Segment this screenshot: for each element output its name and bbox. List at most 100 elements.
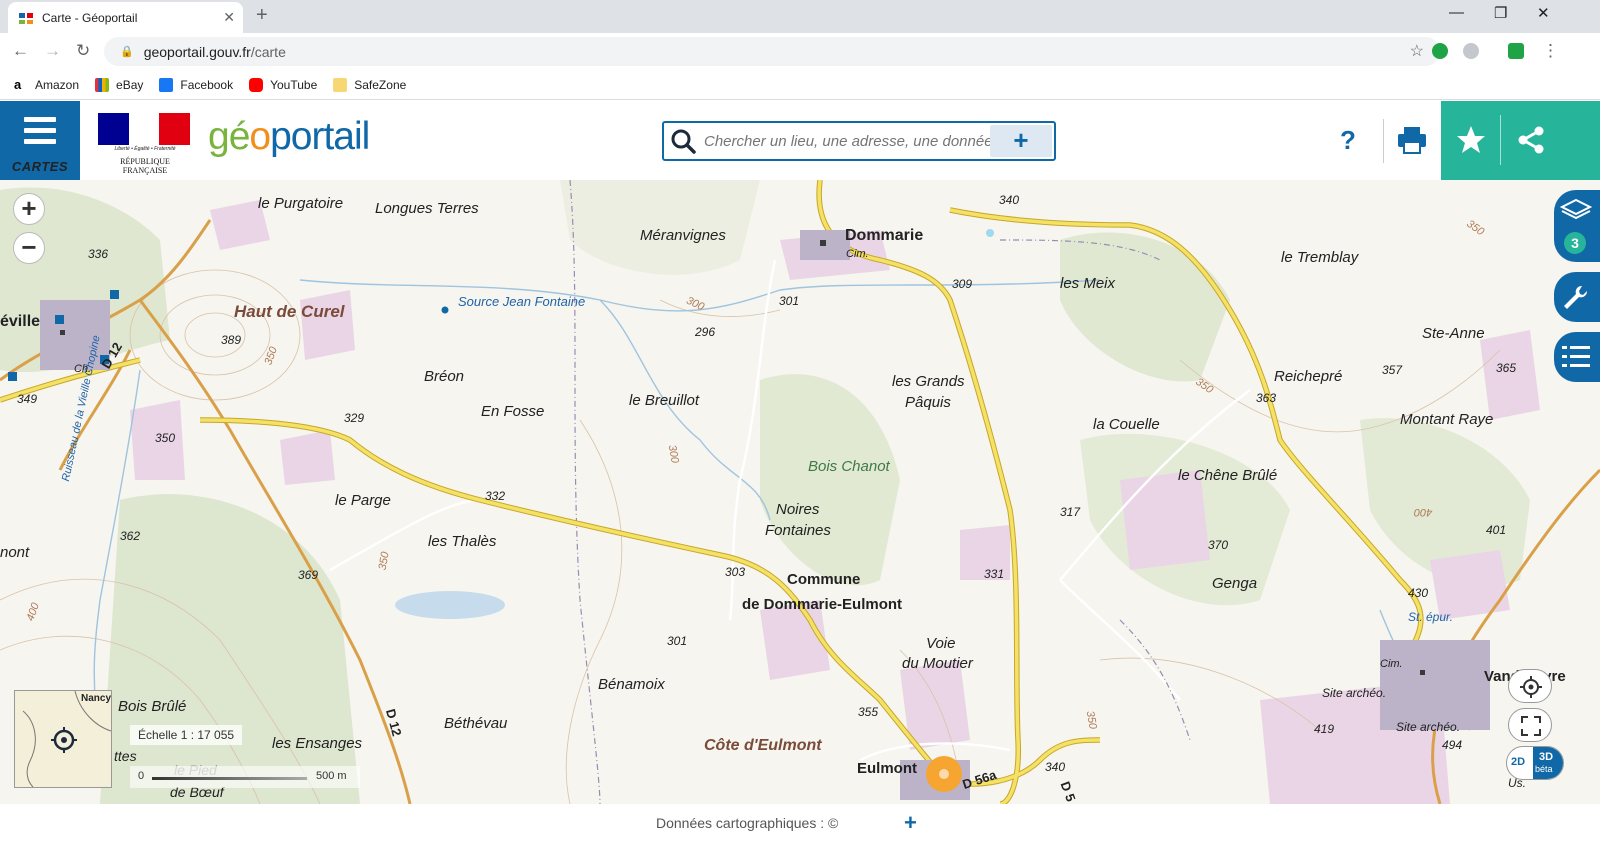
elevation-label: 362 — [120, 529, 141, 543]
cartes-menu-button[interactable]: CARTES — [0, 101, 80, 180]
view-mode-toggle[interactable]: 2D 3D béta — [1506, 746, 1564, 780]
overview-minimap[interactable]: Nancy — [14, 690, 112, 788]
extension-adblock-icon[interactable] — [1432, 43, 1448, 59]
place-label: Cim. — [1380, 658, 1403, 670]
elevation-label: 401 — [1486, 523, 1507, 537]
hamburger-icon — [24, 117, 56, 145]
bookmark-facebook[interactable]: Facebook — [159, 77, 233, 92]
panel-divider — [1500, 115, 1501, 165]
mode-3d-button[interactable]: 3D béta — [1533, 747, 1563, 779]
mode-2d-button[interactable]: 2D — [1511, 756, 1525, 768]
address-bar[interactable]: 🔒 geoportail.gouv.fr/carte ☆ — [104, 37, 1440, 66]
elevation-label: 331 — [984, 567, 1005, 581]
zoom-in-button[interactable]: + — [13, 193, 45, 225]
bookmark-label: SafeZone — [354, 77, 407, 92]
list-icon — [1562, 346, 1590, 367]
place-label: Eulmont — [857, 760, 917, 777]
place-label: Noires — [776, 501, 820, 518]
elevation-label: 370 — [1208, 538, 1229, 552]
place-label: Voie — [926, 635, 956, 652]
favorites-star-icon[interactable] — [1456, 125, 1486, 155]
scale-bar: 0 500 m — [130, 766, 360, 788]
place-label: Méranvignes — [640, 227, 726, 244]
share-icon[interactable] — [1516, 125, 1546, 155]
bookmark-label: YouTube — [270, 77, 318, 92]
place-label: Ch. — [74, 363, 92, 375]
place-label: ttes — [114, 748, 137, 764]
url-path: /carte — [250, 43, 286, 60]
print-icon[interactable] — [1396, 125, 1428, 155]
data-credits: Données cartographiques : © — [656, 815, 839, 831]
place-label: Bois Brûlé — [118, 698, 187, 715]
wrench-icon — [1564, 285, 1588, 309]
logo-o: o — [249, 115, 271, 158]
minimize-icon[interactable]: — — [1449, 4, 1464, 21]
bookmark-amazon[interactable]: a Amazon — [14, 77, 79, 92]
place-label: éville — [0, 313, 41, 330]
geoportail-header: CARTES Liberté • Égalité • Fraternité RÉ… — [0, 101, 1600, 180]
bookmark-youtube[interactable]: YouTube — [249, 77, 318, 92]
credits-expand-button[interactable]: + — [904, 810, 917, 836]
search-input[interactable] — [702, 131, 992, 151]
scale-zero: 0 — [138, 770, 145, 782]
elevation-label: 350 — [155, 431, 176, 445]
place-label: Pâquis — [905, 394, 951, 411]
browser-tab[interactable]: Carte - Géoportail ✕ — [8, 2, 243, 33]
layers-count-badge: 3 — [1564, 232, 1586, 254]
place-label: Genga — [1212, 575, 1258, 592]
scale-label: Échelle 1 : 17 055 — [130, 725, 243, 745]
place-label: les Ensanges — [272, 735, 363, 752]
elevation-label: 332 — [485, 489, 506, 503]
geolocate-button[interactable] — [1508, 669, 1552, 703]
mode-3d-label: 3D — [1539, 751, 1554, 763]
browser-toolbar: ← → ↻ 🔒 geoportail.gouv.fr/carte ☆ ⋮ — [0, 33, 1600, 70]
mode-beta-label: béta — [1535, 764, 1553, 774]
cartes-label: CARTES — [11, 159, 69, 174]
back-icon[interactable]: ← — [12, 41, 29, 61]
bookmarks-bar: a Amazon eBay Facebook YouTube SafeZone — [0, 70, 1600, 100]
geoportail-logo[interactable]: géoportail — [208, 115, 370, 159]
minimap-city-label: Nancy — [81, 693, 112, 704]
layers-tab[interactable]: 3 — [1554, 190, 1600, 262]
help-button[interactable]: ? — [1340, 125, 1356, 156]
extension-drive-icon[interactable] — [1463, 43, 1479, 59]
place-label: Source Jean Fontaine — [458, 294, 586, 309]
place-label: le Chêne Brûlé — [1178, 467, 1278, 484]
map-viewport[interactable]: Dommarie Cim. Méranvignes le Purgatoire … — [0, 180, 1600, 804]
reload-icon[interactable]: ↻ — [76, 41, 90, 61]
logo-geo: gé — [208, 115, 250, 158]
forward-icon[interactable]: → — [44, 41, 61, 61]
bookmark-ebay[interactable]: eBay — [95, 77, 143, 92]
fullscreen-icon — [1521, 716, 1541, 736]
republique-francaise-logo[interactable]: Liberté • Égalité • Fraternité RÉPUBLIQU… — [98, 113, 192, 175]
window-close-icon[interactable]: ✕ — [1537, 4, 1550, 22]
legend-tab[interactable] — [1554, 332, 1600, 382]
elevation-label: 340 — [1045, 760, 1066, 774]
bookmark-safezone[interactable]: SafeZone — [333, 77, 407, 92]
new-tab-icon[interactable]: + — [256, 4, 268, 27]
restore-icon[interactable]: ❐ — [1494, 4, 1507, 22]
tools-tab[interactable] — [1554, 272, 1600, 322]
place-label: du Moutier — [902, 655, 973, 672]
fullscreen-button[interactable] — [1508, 708, 1552, 742]
ebay-icon — [95, 77, 110, 92]
browser-tab-bar: Carte - Géoportail ✕ + — ❐ ✕ — [0, 0, 1600, 33]
advanced-search-button[interactable]: + — [990, 125, 1052, 157]
elevation-label: 363 — [1256, 391, 1277, 405]
bookmark-star-icon[interactable]: ☆ — [1410, 41, 1424, 61]
elevation-label: 301 — [667, 634, 688, 648]
header-divider — [1383, 119, 1384, 163]
place-label: la Couelle — [1093, 416, 1160, 433]
search-icon[interactable] — [664, 123, 702, 159]
geolocate-icon — [1520, 676, 1542, 698]
zoom-out-button[interactable]: − — [13, 232, 45, 264]
place-label: les Meix — [1060, 275, 1116, 292]
elevation-label: 303 — [725, 565, 746, 579]
search-box: + — [662, 121, 1056, 161]
tab-close-icon[interactable]: ✕ — [223, 9, 235, 26]
place-label: les Thalès — [428, 533, 497, 550]
map-footer: Données cartographiques : © + — [0, 804, 1600, 860]
topographic-map-canvas — [0, 180, 1600, 804]
extension-shield-icon[interactable] — [1508, 43, 1524, 59]
browser-menu-icon[interactable]: ⋮ — [1542, 41, 1559, 61]
